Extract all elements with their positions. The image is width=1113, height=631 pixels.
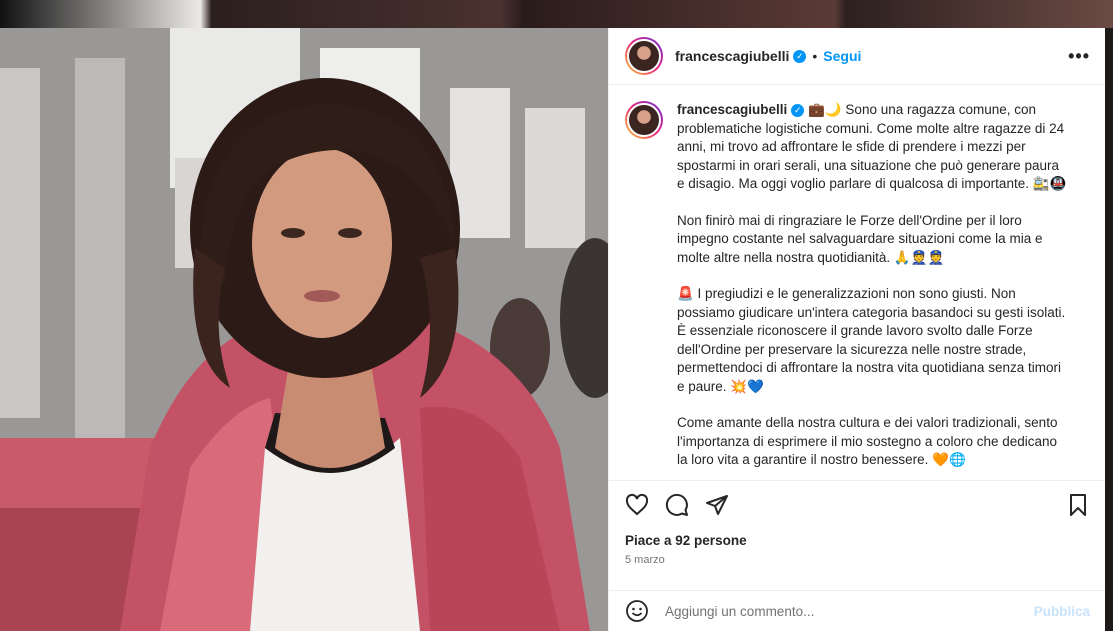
caption-section: francescagiubelli ✓ 💼🌙 Sono una ragazza c… — [609, 85, 1106, 511]
verified-badge-icon: ✓ — [791, 103, 805, 117]
share-icon[interactable] — [705, 493, 729, 517]
post-date[interactable]: 5 marzo — [625, 554, 665, 566]
likes-count[interactable]: Piace a 92 persone — [625, 533, 747, 548]
comment-input[interactable] — [663, 602, 1034, 620]
background-overlay — [0, 0, 1113, 28]
bookmark-icon[interactable] — [1066, 493, 1090, 517]
follow-button[interactable]: Segui — [823, 48, 861, 64]
post-detail-panel: francescagiubelli ✓ • Segui ••• francesc… — [608, 28, 1106, 631]
comment-icon[interactable] — [665, 493, 689, 517]
separator-dot: • — [812, 48, 818, 64]
post-header: francescagiubelli ✓ • Segui ••• — [609, 28, 1106, 85]
caption-avatar[interactable] — [625, 101, 663, 139]
author-username[interactable]: francescagiubelli — [675, 48, 789, 64]
caption-paragraph-3: 🚨 I pregiudizi e le generalizzazioni non… — [677, 286, 1066, 394]
heart-icon[interactable] — [625, 493, 649, 517]
author-avatar[interactable] — [625, 37, 663, 75]
publish-button[interactable]: Pubblica — [1034, 604, 1090, 619]
caption-paragraph: francescagiubelli ✓ 💼🌙 Sono una ragazza c… — [677, 101, 1067, 194]
page-scrollbar[interactable] — [1105, 28, 1113, 631]
more-options-icon[interactable]: ••• — [1068, 46, 1090, 67]
comment-bar: Pubblica — [609, 590, 1106, 631]
caption-username[interactable]: francescagiubelli — [677, 102, 787, 117]
verified-badge-icon: ✓ — [793, 49, 807, 63]
photo-illustration — [0, 28, 608, 631]
emoji-icon[interactable] — [625, 599, 649, 623]
post-image[interactable] — [0, 28, 608, 631]
caption-paragraph-4: Come amante della nostra cultura e dei v… — [677, 415, 1058, 467]
caption-text: francescagiubelli ✓ 💼🌙 Sono una ragazza c… — [677, 101, 1067, 511]
caption-paragraph-2: Non finirò mai di ringraziare le Forze d… — [677, 212, 1043, 265]
action-bar — [609, 480, 1106, 528]
